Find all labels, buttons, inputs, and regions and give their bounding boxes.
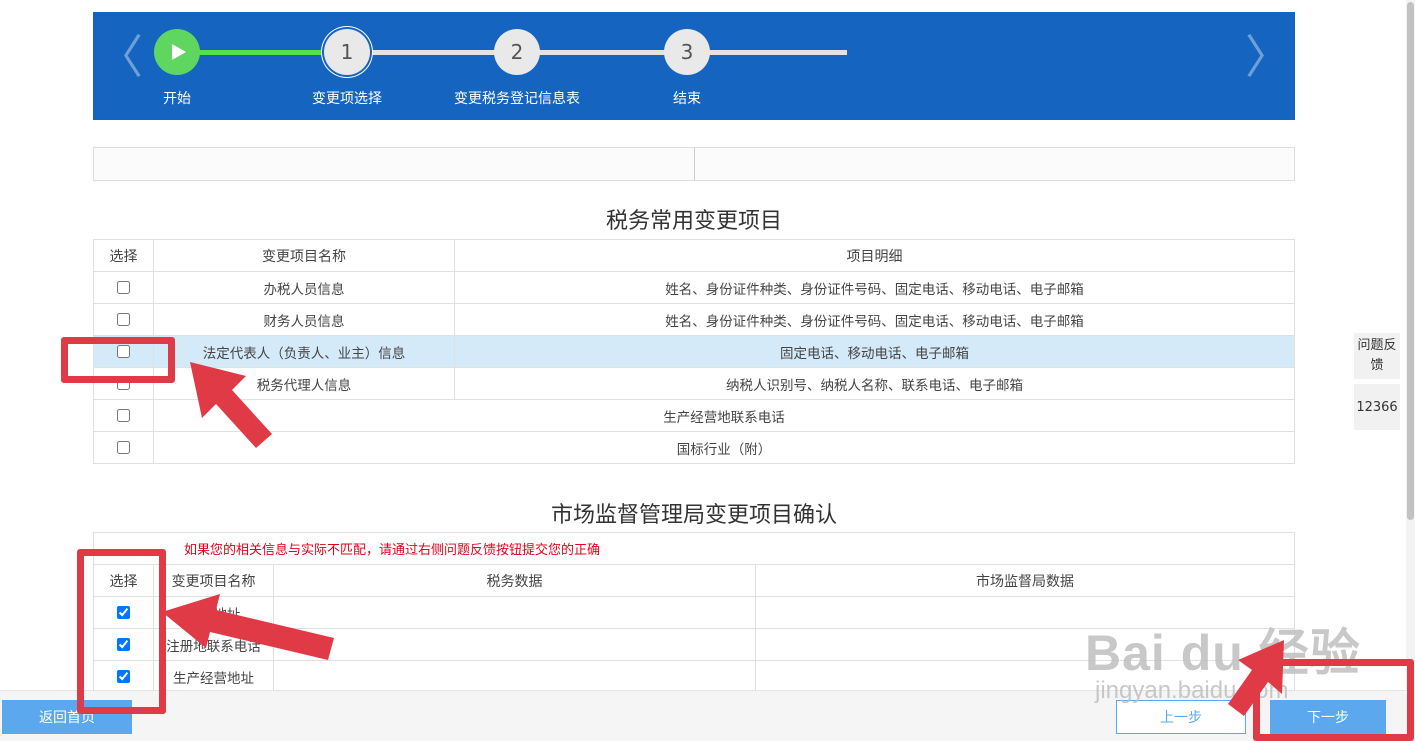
item-name: 注册地址 [153, 596, 274, 629]
step-label-1: 变更项选择 [312, 91, 382, 107]
row-checkbox[interactable] [117, 441, 130, 454]
row-checkbox[interactable] [117, 409, 130, 422]
item-name: 法定代表人（负责人、业主）信息 [153, 335, 455, 368]
item-name: 生产经营地址 [153, 660, 274, 693]
row-checkbox[interactable] [117, 638, 130, 651]
header-item-name: 变更项目名称 [153, 239, 455, 272]
tax-data-cell [273, 596, 756, 629]
back-home-button[interactable]: 返回首页 [2, 700, 132, 734]
step-progress-banner: 〈 1 2 3 开始 变更项选择 变更税务登记信息表 结束 〉 [93, 12, 1295, 120]
table-row[interactable]: 注册地址 [93, 596, 1295, 629]
play-icon [172, 44, 186, 60]
next-slide-arrow-icon[interactable]: 〉 [1245, 34, 1291, 80]
market-data-cell [755, 628, 1295, 661]
header-select: 选择 [93, 239, 154, 272]
header-select: 选择 [93, 564, 154, 597]
feedback-button[interactable]: 问题反馈 [1354, 333, 1400, 379]
table-row[interactable]: 财务人员信息 姓名、身份证件种类、身份证件号码、固定电话、移动电话、电子邮箱 [93, 303, 1295, 336]
tax-section-title: 税务常用变更项目 [605, 209, 782, 234]
notice-row: 如果您的相关信息与实际不匹配，请通过右侧问题反馈按钮提交您的正确 [93, 532, 1295, 565]
prev-slide-arrow-icon[interactable]: 〈 [97, 34, 143, 80]
row-checkbox[interactable] [117, 606, 130, 619]
item-detail: 国标行业（附） [153, 431, 1295, 464]
market-data-cell [755, 596, 1295, 629]
table-row-highlighted[interactable]: 法定代表人（负责人、业主）信息 固定电话、移动电话、电子邮箱 [93, 335, 1295, 368]
header-item-name: 变更项目名称 [153, 564, 274, 597]
tax-data-cell [273, 628, 756, 661]
mismatch-notice: 如果您的相关信息与实际不匹配，请通过右侧问题反馈按钮提交您的正确 [93, 532, 1295, 565]
market-data-cell [755, 660, 1295, 693]
tax-data-cell [273, 660, 756, 693]
step-label-2: 变更税务登记信息表 [454, 91, 580, 107]
item-name: 税务代理人信息 [153, 367, 455, 400]
tax-change-table: 选择 变更项目名称 项目明细 办税人员信息 姓名、身份证件种类、身份证件号码、固… [93, 239, 1295, 464]
item-name: 财务人员信息 [153, 303, 455, 336]
progress-track-done [177, 50, 345, 55]
table-row[interactable]: 注册地联系电话 [93, 628, 1295, 661]
market-change-table: 如果您的相关信息与实际不匹配，请通过右侧问题反馈按钮提交您的正确 选择 变更项目… [93, 532, 1295, 693]
row-checkbox[interactable] [117, 670, 130, 683]
step-label-3: 结束 [673, 91, 701, 107]
prev-step-button[interactable]: 上一步 [1116, 700, 1246, 734]
table-row[interactable]: 税务代理人信息 纳税人识别号、纳税人名称、联系电话、电子邮箱 [93, 367, 1295, 400]
step-1-circle: 1 [324, 29, 370, 75]
header-item-detail: 项目明细 [454, 239, 1295, 272]
table-row[interactable]: 办税人员信息 姓名、身份证件种类、身份证件号码、固定电话、移动电话、电子邮箱 [93, 271, 1295, 304]
taxpayer-info-bar [93, 147, 1295, 181]
scrollbar-thumb[interactable] [1407, 2, 1414, 520]
row-checkbox[interactable] [117, 377, 130, 390]
table-row[interactable]: 生产经营地址 [93, 660, 1295, 693]
page-scrollbar[interactable] [1406, 0, 1415, 741]
row-checkbox[interactable] [117, 281, 130, 294]
step-2-circle: 2 [494, 29, 540, 75]
table-row[interactable]: 国标行业（附） [93, 431, 1295, 464]
progress-track-todo [345, 50, 847, 55]
item-name: 办税人员信息 [153, 271, 455, 304]
info-bar-divider [694, 148, 695, 180]
item-name: 注册地联系电话 [153, 628, 274, 661]
market-section-title: 市场监督管理局变更项目确认 [550, 503, 837, 528]
next-step-button[interactable]: 下一步 [1270, 700, 1386, 734]
table-header-row: 选择 变更项目名称 项目明细 [93, 239, 1295, 272]
header-market-data: 市场监督局数据 [755, 564, 1295, 597]
table-header-row: 选择 变更项目名称 税务数据 市场监督局数据 [93, 564, 1295, 597]
step-label-start: 开始 [163, 91, 191, 107]
header-tax-data: 税务数据 [273, 564, 756, 597]
item-detail: 姓名、身份证件种类、身份证件号码、固定电话、移动电话、电子邮箱 [454, 303, 1295, 336]
step-start-circle [154, 29, 200, 75]
item-detail: 纳税人识别号、纳税人名称、联系电话、电子邮箱 [454, 367, 1295, 400]
legal-rep-checkbox[interactable] [117, 345, 130, 358]
item-detail: 固定电话、移动电话、电子邮箱 [454, 335, 1295, 368]
item-detail: 姓名、身份证件种类、身份证件号码、固定电话、移动电话、电子邮箱 [454, 271, 1295, 304]
table-row[interactable]: 生产经营地联系电话 [93, 399, 1295, 432]
item-detail: 生产经营地联系电话 [153, 399, 1295, 432]
hotline-number: 12366 [1354, 384, 1400, 430]
step-3-circle: 3 [664, 29, 710, 75]
row-checkbox[interactable] [117, 313, 130, 326]
